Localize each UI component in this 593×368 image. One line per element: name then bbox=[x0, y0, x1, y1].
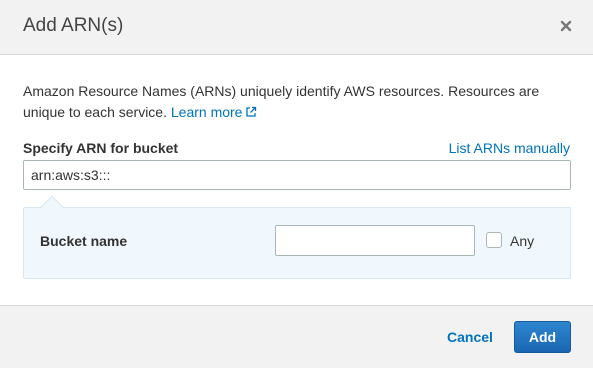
external-link-icon bbox=[245, 103, 257, 117]
dialog-body: Amazon Resource Names (ARNs) uniquely id… bbox=[0, 56, 593, 305]
arn-builder-panel: Bucket name Any bbox=[23, 195, 571, 279]
arn-input[interactable] bbox=[23, 160, 571, 190]
add-button[interactable]: Add bbox=[514, 321, 571, 353]
dialog-footer: Cancel Add bbox=[0, 305, 593, 368]
add-arn-dialog: Add ARN(s) Amazon Resource Names (ARNs) … bbox=[0, 0, 593, 368]
description-body: Amazon Resource Names (ARNs) uniquely id… bbox=[23, 83, 540, 120]
list-arns-manually-link[interactable]: List ARNs manually bbox=[449, 140, 570, 157]
any-label[interactable]: Any bbox=[510, 233, 534, 250]
bucket-name-input[interactable] bbox=[275, 225, 475, 256]
panel-pointer bbox=[40, 195, 64, 219]
learn-more-link[interactable]: Learn more bbox=[171, 104, 258, 120]
bucket-name-label: Bucket name bbox=[40, 233, 128, 249]
description-text: Amazon Resource Names (ARNs) uniquely id… bbox=[23, 81, 568, 123]
close-icon[interactable] bbox=[560, 19, 572, 33]
arn-field-label: Specify ARN for bucket bbox=[23, 140, 179, 156]
any-checkbox[interactable] bbox=[486, 232, 502, 248]
cancel-button[interactable]: Cancel bbox=[447, 329, 493, 346]
dialog-title: Add ARN(s) bbox=[23, 15, 124, 36]
dialog-header: Add ARN(s) bbox=[0, 0, 593, 55]
learn-more-label: Learn more bbox=[170, 104, 243, 120]
